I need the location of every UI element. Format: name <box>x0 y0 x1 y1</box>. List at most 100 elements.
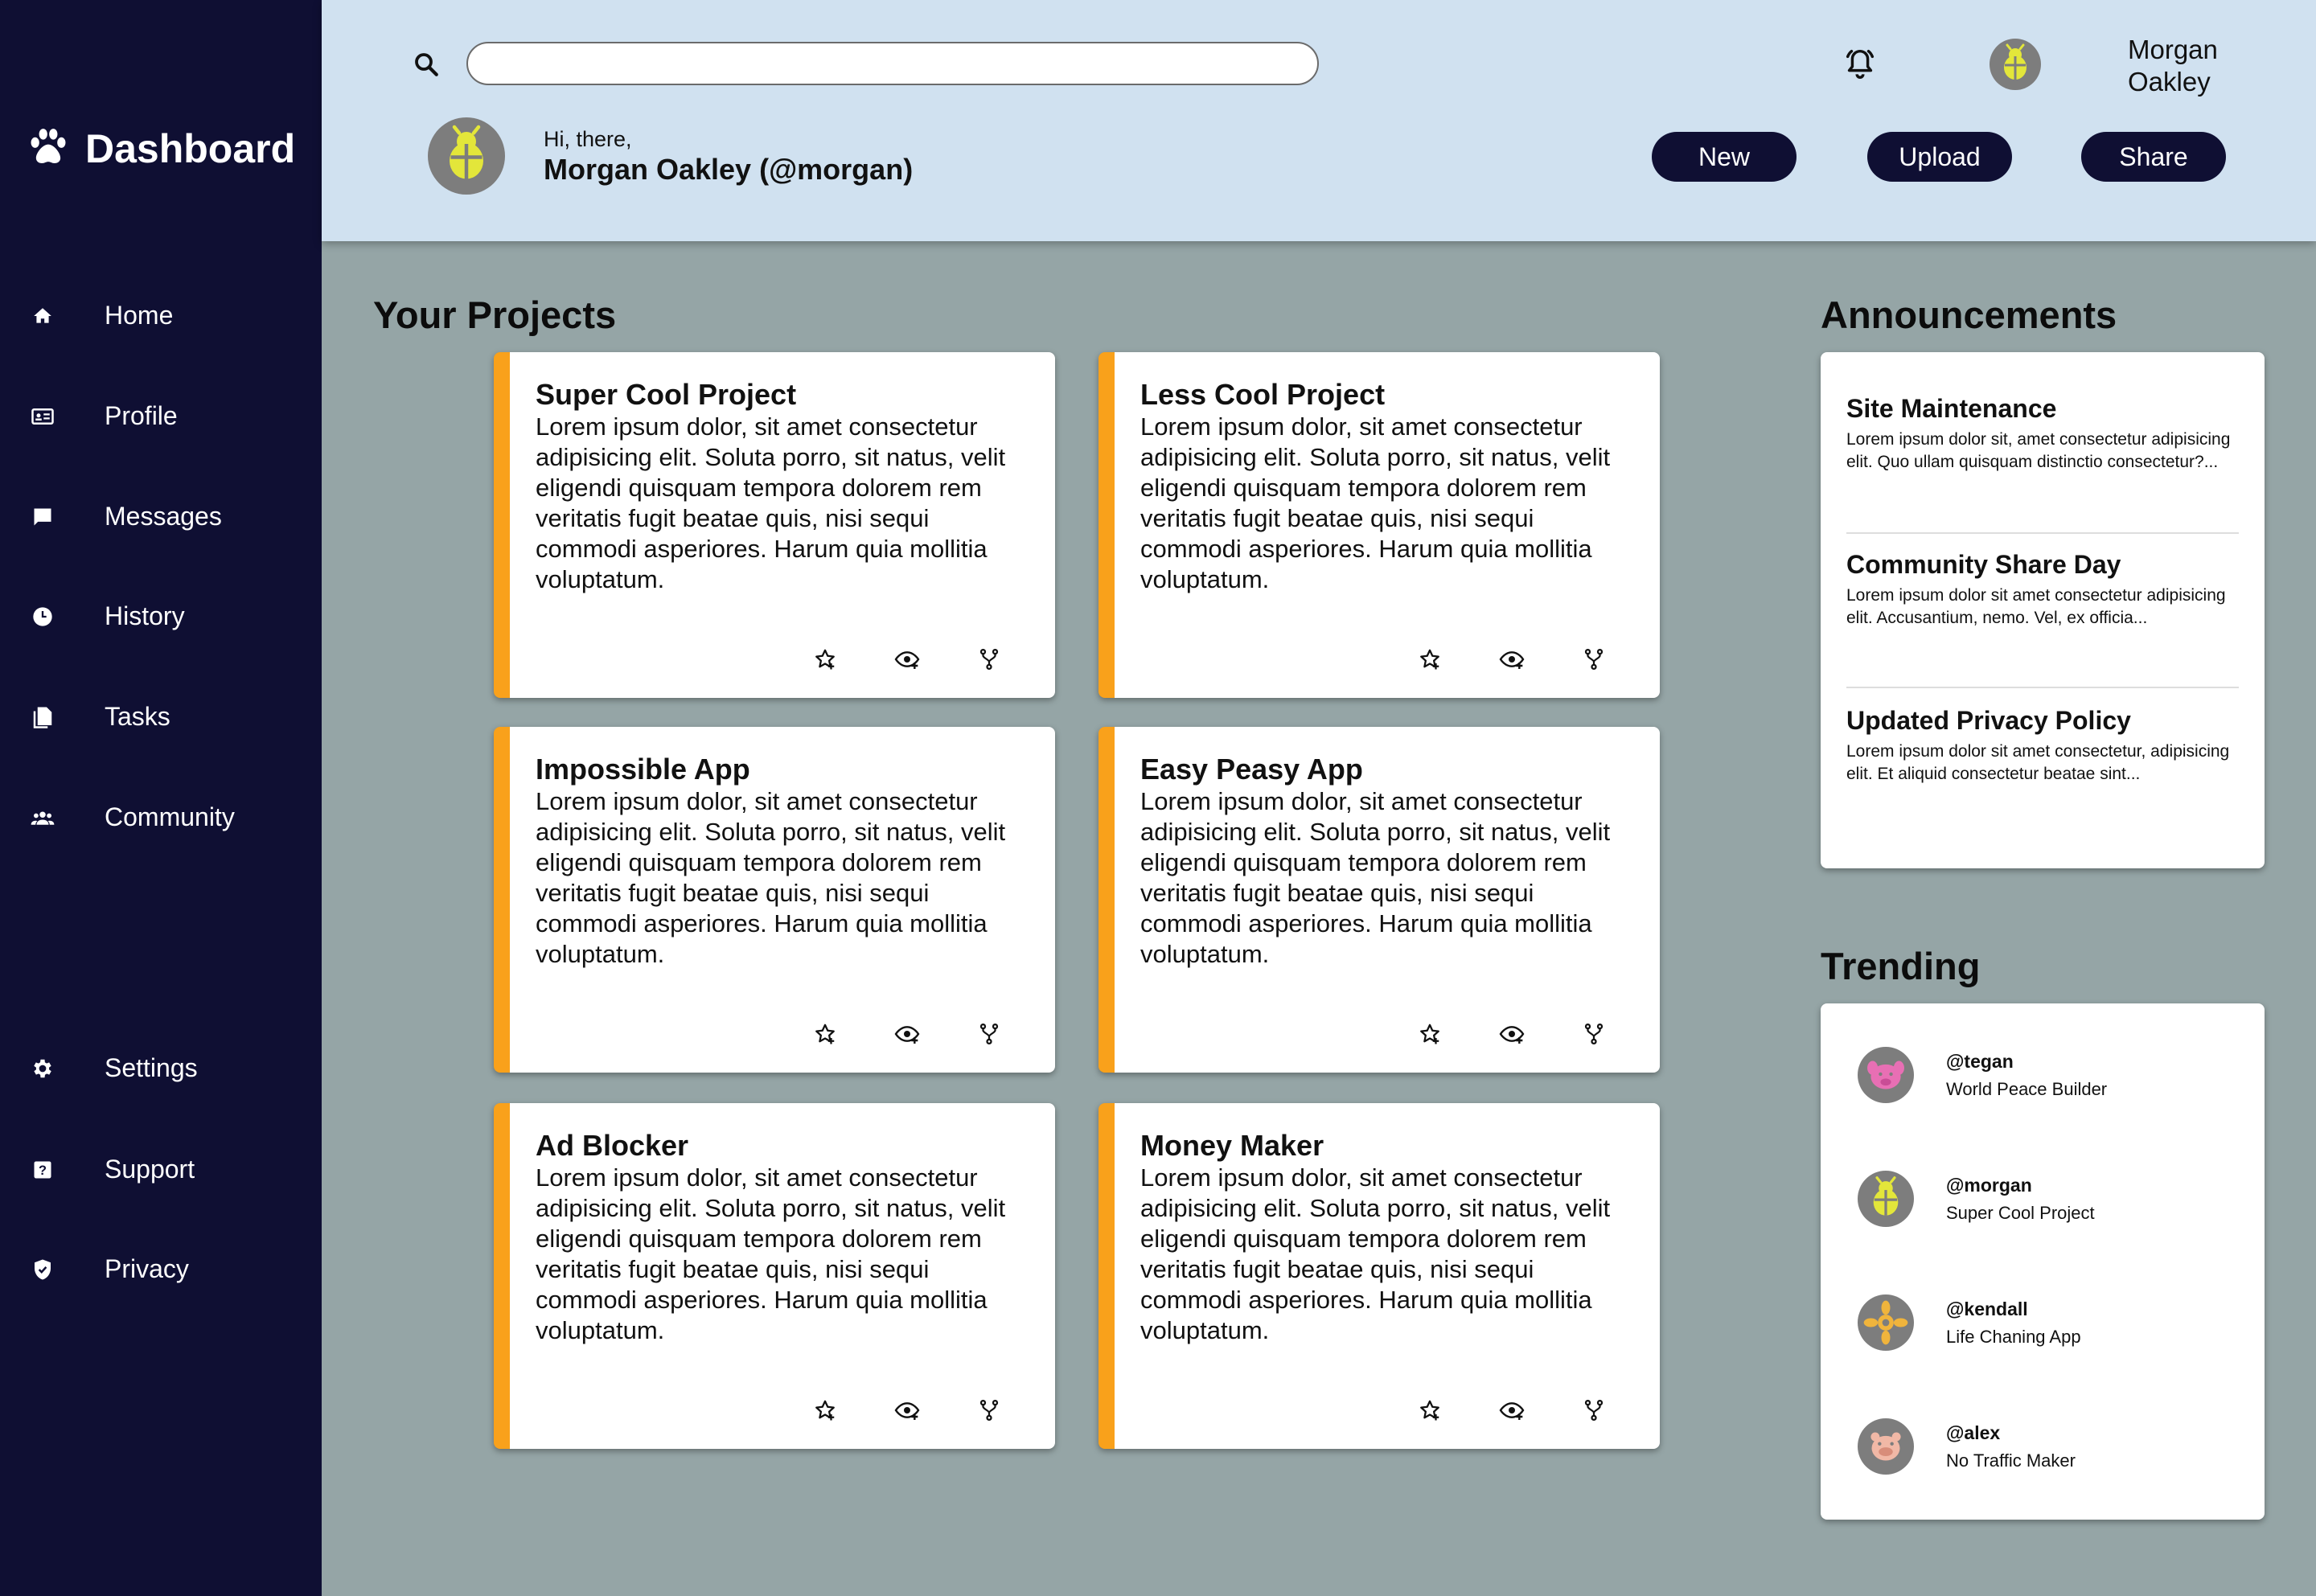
fork-icon[interactable] <box>975 1020 1004 1048</box>
announcement-text: Lorem ipsum dolor sit amet consectetur, … <box>1846 742 2230 783</box>
avatar <box>1858 1047 1914 1103</box>
header-username[interactable]: Morgan Oakley <box>2128 34 2256 98</box>
new-button[interactable]: New <box>1652 132 1797 182</box>
star-add-icon[interactable] <box>811 1396 840 1425</box>
projects-title: Your Projects <box>373 293 617 336</box>
project-card[interactable]: Money Maker Lorem ipsum dolor, sit amet c… <box>1098 1103 1660 1449</box>
project-card[interactable]: Impossible App Lorem ipsum dolor, sit ame… <box>494 727 1055 1073</box>
sidebar-item-settings[interactable]: Settings <box>31 1053 198 1083</box>
project-card[interactable]: Super Cool Project Lorem ipsum dolor, sit… <box>494 352 1055 698</box>
greeting-name: Morgan Oakley (@morgan) <box>544 153 914 186</box>
trending-project: Life Chaning App <box>1946 1326 2081 1347</box>
project-card[interactable]: Easy Peasy App Lorem ipsum dolor, sit ame… <box>1098 727 1660 1073</box>
greeting-text: Hi, there, <box>544 127 632 151</box>
project-description: Lorem ipsum dolor, sit amet consectetur … <box>536 1163 1006 1344</box>
fork-icon[interactable] <box>975 645 1004 674</box>
card-actions <box>1415 1396 1608 1425</box>
search-input[interactable] <box>466 42 1319 85</box>
watch-icon[interactable] <box>1497 1020 1526 1048</box>
sidebar-item-label: Settings <box>105 1053 198 1082</box>
documents-icon <box>31 705 55 729</box>
sidebar-item-profile[interactable]: Profile <box>31 401 178 431</box>
trending-handle: @morgan <box>1946 1174 2032 1196</box>
sidebar-item-messages[interactable]: Messages <box>31 502 222 531</box>
trending-handle: @kendall <box>1946 1298 2028 1319</box>
fork-icon[interactable] <box>1579 1396 1608 1425</box>
project-card[interactable]: Ad Blocker Lorem ipsum dolor, sit amet co… <box>494 1103 1055 1449</box>
sidebar-item-history[interactable]: History <box>31 601 185 631</box>
project-description: Lorem ipsum dolor, sit amet consectetur … <box>536 787 1006 968</box>
watch-icon[interactable] <box>893 645 922 674</box>
star-add-icon[interactable] <box>811 645 840 674</box>
star-add-icon[interactable] <box>1415 645 1444 674</box>
project-title: Money Maker <box>1140 1129 1324 1162</box>
sidebar-item-label: Profile <box>105 401 178 430</box>
profile-avatar[interactable] <box>428 117 505 195</box>
trending-item[interactable]: @tegan World Peace Builder <box>1858 1047 2107 1103</box>
announcement-item[interactable]: Updated Privacy Policy Lorem ipsum dolor… <box>1846 706 2239 786</box>
announcement-text: Lorem ipsum dolor sit amet consectetur a… <box>1846 586 2226 627</box>
sidebar-item-label: Community <box>105 802 235 831</box>
sidebar-item-support[interactable]: ? Support <box>31 1155 195 1184</box>
project-description: Lorem ipsum dolor, sit amet consectetur … <box>1140 412 1611 593</box>
project-description: Lorem ipsum dolor, sit amet consectetur … <box>1140 1163 1611 1344</box>
sidebar-item-home[interactable]: Home <box>31 301 173 330</box>
card-actions <box>811 1396 1004 1425</box>
announcement-item[interactable]: Site Maintenance Lorem ipsum dolor sit, … <box>1846 394 2239 474</box>
sidebar-item-tasks[interactable]: Tasks <box>31 702 170 732</box>
brand[interactable]: Dashboard <box>26 124 295 173</box>
announcement-text: Lorem ipsum dolor sit, amet consectetur … <box>1846 430 2231 471</box>
sidebar-item-community[interactable]: Community <box>31 802 235 832</box>
project-card[interactable]: Less Cool Project Lorem ipsum dolor, sit … <box>1098 352 1660 698</box>
star-add-icon[interactable] <box>811 1020 840 1048</box>
gear-icon <box>31 1056 55 1081</box>
bell-icon[interactable] <box>1842 45 1879 82</box>
announcement-title: Site Maintenance <box>1846 394 2057 423</box>
avatar <box>1858 1171 1914 1227</box>
watch-icon[interactable] <box>893 1020 922 1048</box>
sidebar-item-label: History <box>105 601 185 630</box>
project-title: Less Cool Project <box>1140 378 1386 411</box>
sidebar-item-label: Privacy <box>105 1254 189 1283</box>
trending-handle: @tegan <box>1946 1050 2014 1072</box>
trending-handle: @alex <box>1946 1422 2001 1443</box>
shield-icon <box>31 1258 55 1282</box>
project-title: Super Cool Project <box>536 378 797 411</box>
search-icon[interactable] <box>412 50 441 79</box>
watch-icon[interactable] <box>1497 645 1526 674</box>
share-button[interactable]: Share <box>2081 132 2226 182</box>
star-add-icon[interactable] <box>1415 1396 1444 1425</box>
announcement-title: Updated Privacy Policy <box>1846 706 2131 735</box>
fork-icon[interactable] <box>1579 645 1608 674</box>
sidebar-item-label: Support <box>105 1155 195 1184</box>
announcements-panel: Site Maintenance Lorem ipsum dolor sit, … <box>1821 352 2265 868</box>
card-actions <box>811 645 1004 674</box>
star-add-icon[interactable] <box>1415 1020 1444 1048</box>
header: Morgan Oakley Hi, there, Morgan Oakley (… <box>322 0 2316 241</box>
brand-title: Dashboard <box>85 125 296 171</box>
watch-icon[interactable] <box>1497 1396 1526 1425</box>
trending-item[interactable]: @alex No Traffic Maker <box>1858 1418 2076 1475</box>
help-icon: ? <box>31 1158 55 1182</box>
watch-icon[interactable] <box>893 1396 922 1425</box>
sidebar: Dashboard Home Profile Messages History … <box>0 0 322 1596</box>
announcement-item[interactable]: Community Share Day Lorem ipsum dolor si… <box>1846 550 2239 630</box>
svg-text:?: ? <box>39 1163 47 1177</box>
sidebar-item-label: Tasks <box>105 702 170 731</box>
sidebar-item-privacy[interactable]: Privacy <box>31 1254 189 1284</box>
trending-project: World Peace Builder <box>1946 1078 2108 1099</box>
message-icon <box>31 505 55 529</box>
sidebar-item-label: Messages <box>105 502 222 531</box>
card-actions <box>1415 1020 1608 1048</box>
project-title: Impossible App <box>536 753 750 786</box>
avatar[interactable] <box>1990 39 2041 90</box>
upload-button[interactable]: Upload <box>1867 132 2012 182</box>
home-icon <box>31 304 55 328</box>
project-title: Easy Peasy App <box>1140 753 1363 786</box>
fork-icon[interactable] <box>975 1396 1004 1425</box>
fork-icon[interactable] <box>1579 1020 1608 1048</box>
divider <box>1846 532 2239 534</box>
trending-item[interactable]: @morgan Super Cool Project <box>1858 1171 2095 1227</box>
trending-item[interactable]: @kendall Life Chaning App <box>1858 1294 2081 1351</box>
project-description: Lorem ipsum dolor, sit amet consectetur … <box>536 412 1006 593</box>
